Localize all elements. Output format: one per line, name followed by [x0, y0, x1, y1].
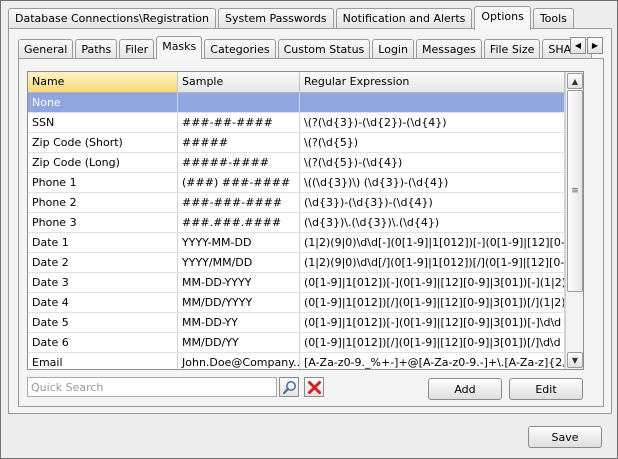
cell-name: Date 3 — [28, 273, 178, 292]
arrow-left-icon: ◀ — [574, 41, 582, 50]
cell-regex: (0[1-9]|1[012])[/](0[1-9]|[12][0-9]|3[01… — [300, 293, 565, 312]
column-header-name[interactable]: Name — [28, 72, 178, 92]
cell-regex: [A-Za-z0-9._%+-]+@[A-Za-z0-9.-]+\.[A-Za-… — [300, 353, 565, 369]
sub-tab-strip: General Paths Filer Masks Categories Cus… — [18, 36, 594, 59]
tab-notification-alerts[interactable]: Notification and Alerts — [335, 8, 473, 29]
masks-grid: Name Sample Regular Expression None SSN ##… — [27, 71, 584, 370]
tab-masks[interactable]: Masks — [156, 36, 203, 59]
add-button[interactable]: Add — [428, 378, 502, 400]
cell-name: Date 4 — [28, 293, 178, 312]
tab-database-connections[interactable]: Database Connections\Registration — [8, 8, 216, 29]
tab-scroll-right-button[interactable]: ▶ — [587, 37, 603, 54]
grip-icon: ≡ — [571, 186, 579, 196]
tab-messages[interactable]: Messages — [415, 39, 482, 59]
tab-paths[interactable]: Paths — [75, 39, 118, 59]
cell-sample: ###-##-#### — [178, 113, 300, 132]
table-row[interactable]: Date 1 YYYY-MM-DD (1|2)(9|0)\d\d[-](0[1-9]… — [28, 233, 583, 253]
cell-regex: (1|2)(9|0)\d\d[-](0[1-9]|1[012])[-](0[1-… — [300, 233, 565, 252]
table-row[interactable]: Zip Code (Short) ##### \(?(\d{5}) — [28, 133, 583, 153]
tab-scroll-left-button[interactable]: ◀ — [570, 37, 586, 54]
save-button[interactable]: Save — [528, 426, 602, 448]
cell-sample: MM/DD/YY — [178, 333, 300, 352]
scroll-thumb[interactable]: ≡ — [567, 90, 583, 292]
cell-regex: \((\d{3})\) (\d{3})-(\d{4}) — [300, 173, 565, 192]
table-row[interactable]: Date 4 MM/DD/YYYY (0[1-9]|1[012])[/](0[1-9… — [28, 293, 583, 313]
cell-sample: YYYY/MM/DD — [178, 253, 300, 272]
chevron-down-icon: ▼ — [571, 355, 579, 365]
cell-sample: MM-DD-YYYY — [178, 273, 300, 292]
cell-sample: ###.###.#### — [178, 213, 300, 232]
tab-general[interactable]: General — [18, 39, 74, 59]
cell-regex: (0[1-9]|1[012])[-](0[1-9]|[12][0-9]|3[01… — [300, 273, 565, 292]
magnifier-icon — [282, 380, 296, 394]
quick-search-input[interactable] — [27, 377, 277, 397]
cell-sample: John.Doe@Company... — [178, 353, 300, 369]
column-header-regex[interactable]: Regular Expression — [300, 72, 565, 92]
arrow-right-icon: ▶ — [591, 41, 599, 50]
cell-regex: (\d{3})-(\d{3})-(\d{4}) — [300, 193, 565, 212]
clear-search-button[interactable] — [304, 377, 324, 397]
tab-login[interactable]: Login — [372, 39, 414, 59]
cell-regex: \(?(\d{5}) — [300, 133, 565, 152]
scroll-up-button[interactable]: ▲ — [567, 73, 583, 89]
cell-name: Phone 1 — [28, 173, 178, 192]
tab-custom-status[interactable]: Custom Status — [277, 39, 371, 59]
edit-button[interactable]: Edit — [509, 378, 583, 400]
table-row[interactable]: Zip Code (Long) #####-#### \(?(\d{5})-(\d{… — [28, 153, 583, 173]
cell-name: Zip Code (Long) — [28, 153, 178, 172]
grid-body: None SSN ###-##-#### \(?(\d{3})-(\d{2})-(\d… — [28, 93, 583, 369]
cell-regex: \(?(\d{3})-(\d{2})-(\d{4}) — [300, 113, 565, 132]
cell-sample: #####-#### — [178, 153, 300, 172]
cell-name: Email — [28, 353, 178, 369]
table-row[interactable]: SSN ###-##-#### \(?(\d{3})-(\d{2})-(\d{4}) — [28, 113, 583, 133]
search-button[interactable] — [279, 377, 299, 397]
top-tab-strip: Database Connections\Registration System… — [8, 6, 576, 30]
cell-regex: (0[1-9]|1[012])[/](0[1-9]|[12][0-9]|3[01… — [300, 333, 565, 352]
cell-sample: MM/DD/YYYY — [178, 293, 300, 312]
table-row[interactable]: Phone 2 ###-###-#### (\d{3})-(\d{3})-(\d{4… — [28, 193, 583, 213]
cell-name: Date 6 — [28, 333, 178, 352]
cell-name: Phone 3 — [28, 213, 178, 232]
cell-name: Zip Code (Short) — [28, 133, 178, 152]
grid-header: Name Sample Regular Expression — [28, 72, 583, 93]
cell-regex — [300, 93, 565, 112]
scroll-down-button[interactable]: ▼ — [567, 352, 583, 368]
cell-sample: ###-###-#### — [178, 193, 300, 212]
cell-name: Date 1 — [28, 233, 178, 252]
table-row[interactable]: Email John.Doe@Company... [A-Za-z0-9._%+-]… — [28, 353, 583, 369]
red-x-icon — [307, 380, 321, 394]
tab-filer[interactable]: Filer — [119, 39, 155, 59]
cell-sample: (###) ###-#### — [178, 173, 300, 192]
chevron-up-icon: ▲ — [571, 76, 579, 86]
table-row[interactable]: Date 2 YYYY/MM/DD (1|2)(9|0)\d\d[/](0[1-9]… — [28, 253, 583, 273]
cell-name: SSN — [28, 113, 178, 132]
cell-sample: MM-DD-YY — [178, 313, 300, 332]
cell-regex: \(?(\d{5})-(\d{4}) — [300, 153, 565, 172]
tab-tools[interactable]: Tools — [532, 8, 574, 29]
cell-name: Date 2 — [28, 253, 178, 272]
table-row[interactable]: Date 6 MM/DD/YY (0[1-9]|1[012])[/](0[1-9]|… — [28, 333, 583, 353]
cell-regex: (1|2)(9|0)\d\d[/](0[1-9]|1[012])[/](0[1-… — [300, 253, 565, 272]
cell-regex: (0[1-9]|1[012])[-](0[1-9]|[12][0-9]|3[01… — [300, 313, 565, 332]
tab-system-passwords[interactable]: System Passwords — [218, 8, 334, 29]
cell-name: Phone 2 — [28, 193, 178, 212]
cell-sample — [178, 93, 300, 112]
cell-sample: YYYY-MM-DD — [178, 233, 300, 252]
table-row[interactable]: Phone 1 (###) ###-#### \((\d{3})\) (\d{3})… — [28, 173, 583, 193]
cell-name: Date 5 — [28, 313, 178, 332]
cell-name: None — [28, 93, 178, 112]
cell-regex: (\d{3})\.(\d{3})\.(\d{4}) — [300, 213, 565, 232]
cell-sample: ##### — [178, 133, 300, 152]
table-row[interactable]: Phone 3 ###.###.#### (\d{3})\.(\d{3})\.(\d… — [28, 213, 583, 233]
column-header-sample[interactable]: Sample — [178, 72, 300, 92]
tab-options[interactable]: Options — [474, 6, 531, 30]
table-row[interactable]: None — [28, 93, 583, 113]
table-row[interactable]: Date 3 MM-DD-YYYY (0[1-9]|1[012])[-](0[1-9… — [28, 273, 583, 293]
tab-file-size[interactable]: File Size — [483, 39, 541, 59]
grid-vertical-scrollbar[interactable]: ▲ ≡ ▼ — [565, 72, 583, 369]
table-row[interactable]: Date 5 MM-DD-YY (0[1-9]|1[012])[-](0[1-9]|… — [28, 313, 583, 333]
tab-categories[interactable]: Categories — [204, 39, 276, 59]
